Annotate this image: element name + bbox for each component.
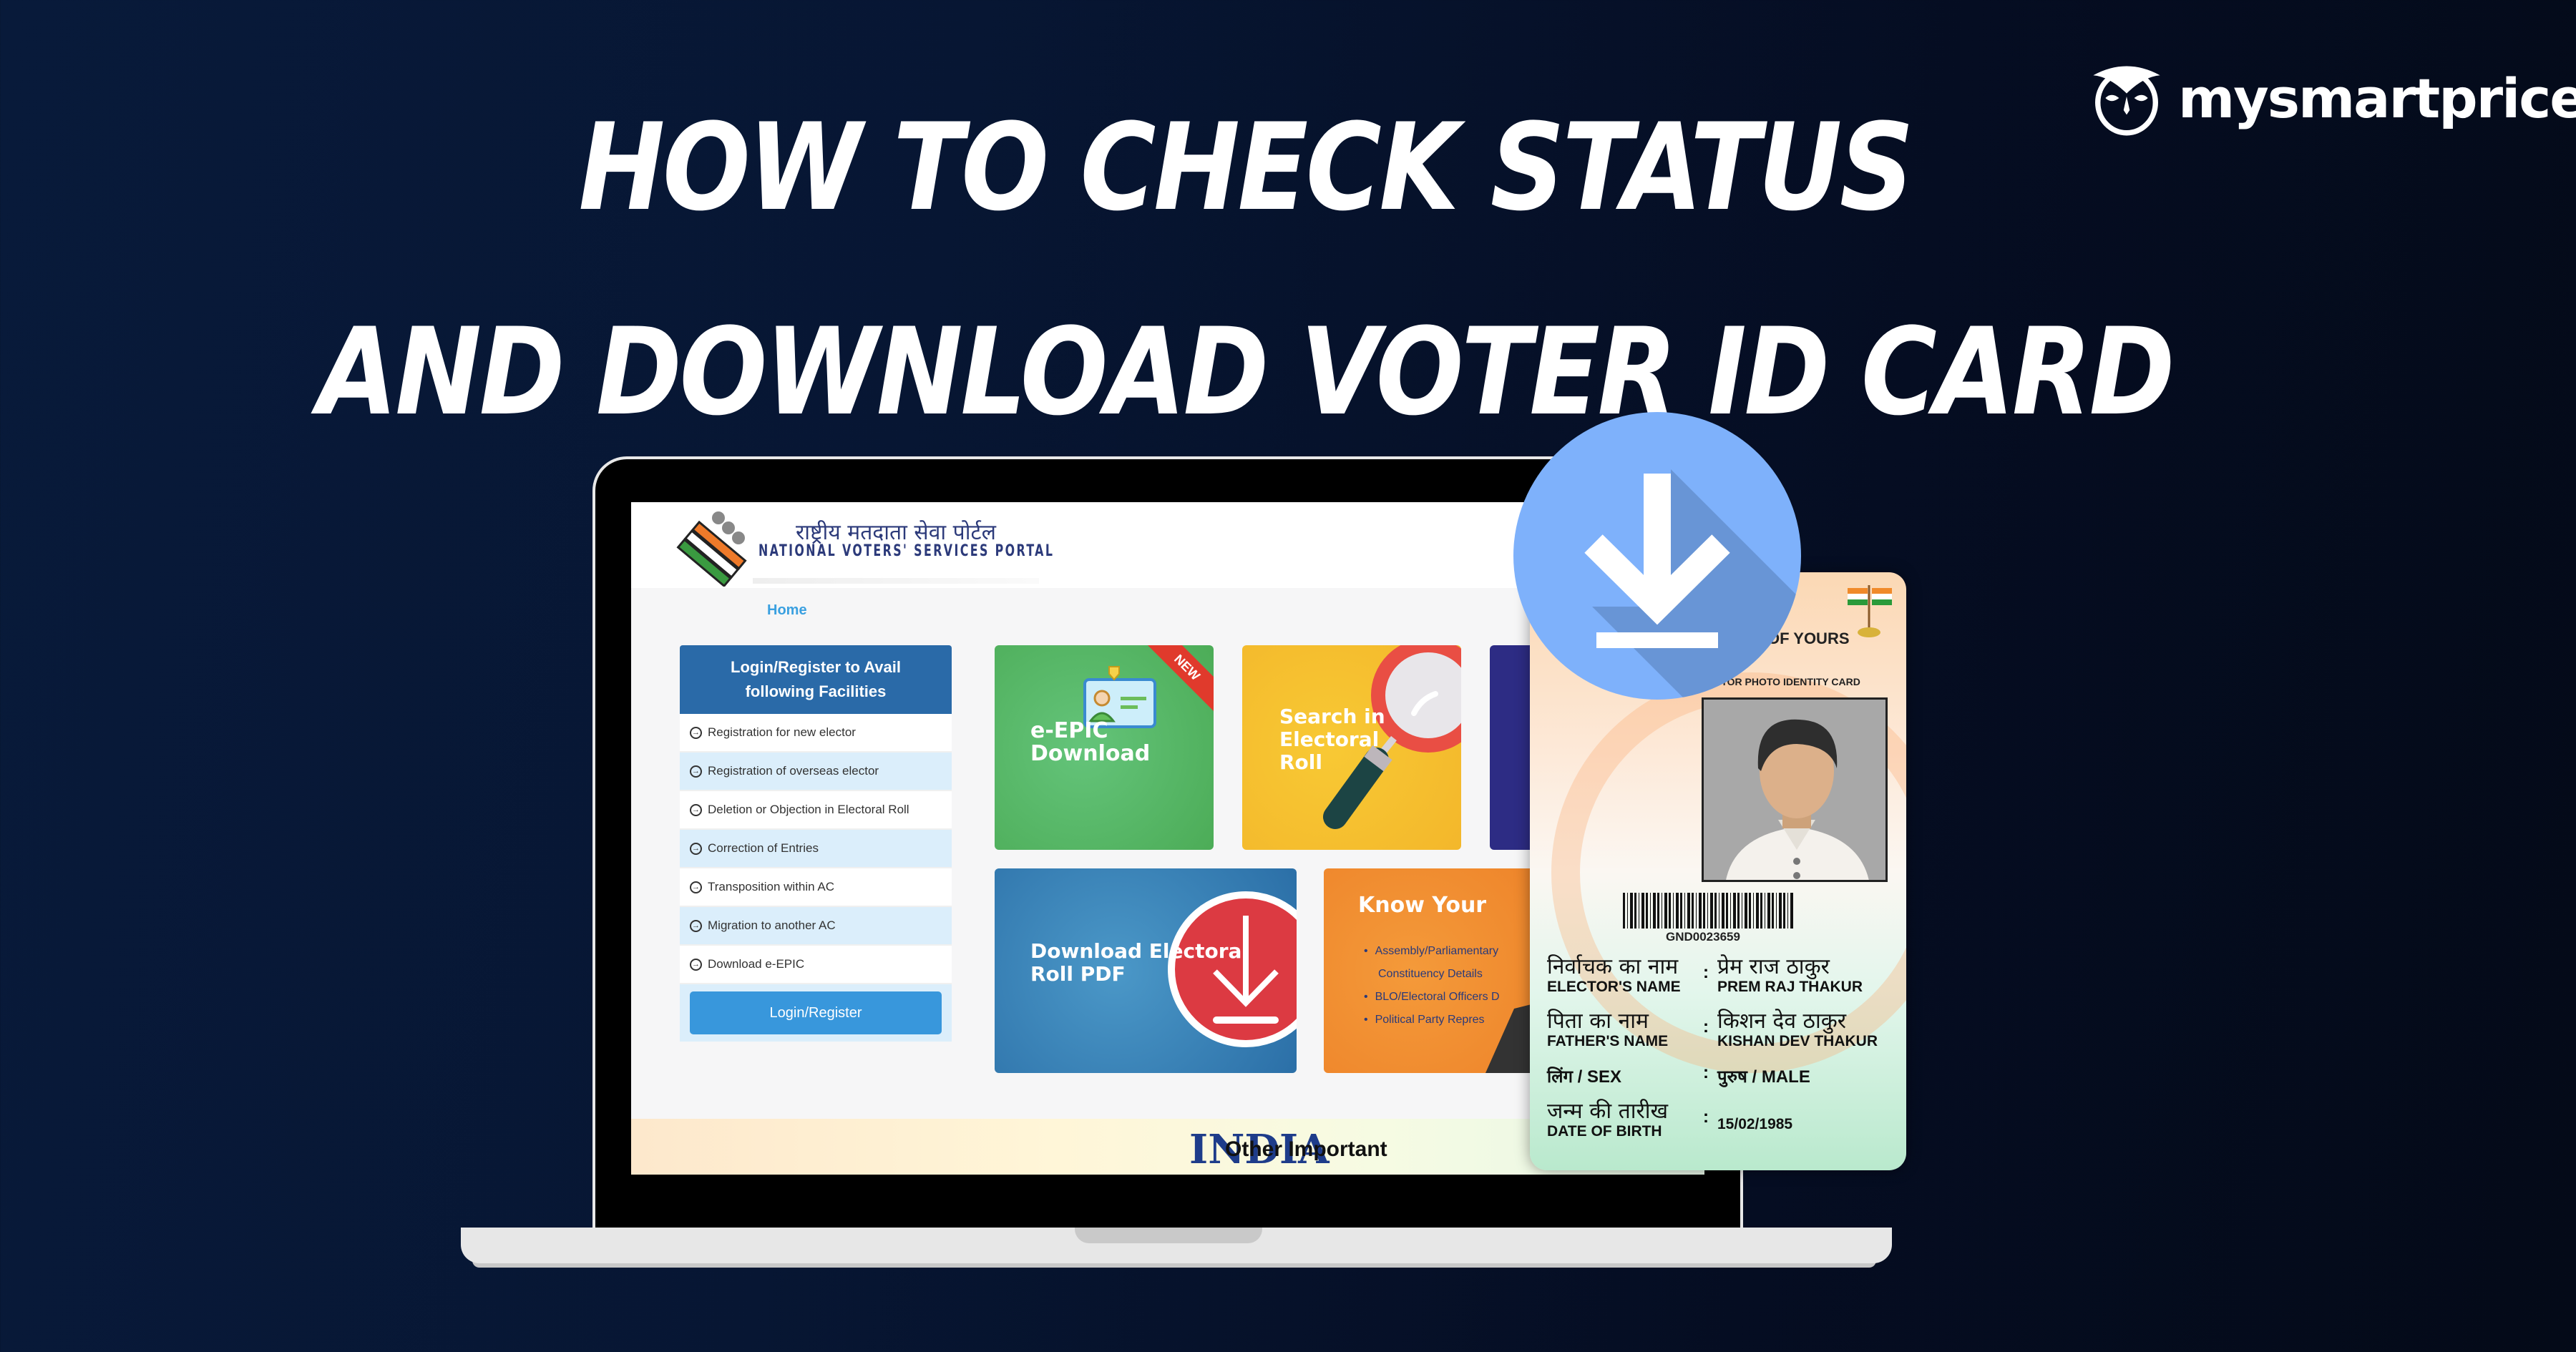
arrow-circle-icon: → xyxy=(690,881,702,893)
login-facilities-panel: Login/Register to Avail following Facili… xyxy=(680,645,952,1042)
field-father-name: पिता का नाम FATHER'S NAME : किशन देव ठाकु… xyxy=(1547,1010,1898,1050)
tile-label-line: e-EPIC xyxy=(1030,718,1108,743)
panel-heading: Login/Register to Avail following Facili… xyxy=(680,645,952,714)
headline-line-1: HOW TO CHECK STATUS xyxy=(578,97,1914,237)
value-hindi: प्रेम राज ठाकुर xyxy=(1717,954,1830,979)
know-your-item-continuation: Constituency Details xyxy=(1378,968,1483,980)
brand-name: mysmartprice xyxy=(2178,66,2576,130)
owl-logo-icon xyxy=(2093,66,2160,136)
tile-epic-download[interactable]: NEW e-EPIC Download xyxy=(995,645,1214,850)
elector-photo xyxy=(1702,697,1888,882)
facility-label: Deletion or Objection in Electoral Roll xyxy=(708,803,909,816)
value-hindi: किशन देव ठाकुर xyxy=(1717,1009,1847,1034)
tile-label-line: Search in xyxy=(1279,705,1385,728)
arrow-circle-icon: → xyxy=(690,842,702,855)
tile-title: Know Your xyxy=(1358,893,1487,918)
facility-item-correction[interactable]: → Correction of Entries xyxy=(680,830,952,868)
facility-item-overseas-elector[interactable]: → Registration of overseas elector xyxy=(680,753,952,791)
label: लिंग / SEX xyxy=(1547,1067,1622,1087)
know-your-item[interactable]: Political Party Repres xyxy=(1364,1009,1500,1032)
tile-label-line: Download Electoral xyxy=(1030,939,1249,963)
portal-title-english: NATIONAL VOTERS' SERVICES PORTAL xyxy=(758,542,1055,560)
login-register-button[interactable]: Login/Register xyxy=(690,991,942,1034)
tile-label-line: Roll xyxy=(1279,750,1322,774)
field-elector-name: निर्वाचक का नाम ELECTOR'S NAME : प्रेम रा… xyxy=(1547,956,1898,996)
tile-know-your[interactable]: Know Your Assembly/Parliamentary Constit… xyxy=(1324,868,1543,1073)
value-english: KISHAN DEV THAKUR xyxy=(1717,1033,1878,1049)
arrow-circle-icon: → xyxy=(690,919,702,932)
arrow-circle-icon: → xyxy=(690,803,702,816)
brand-logo: mysmartprice xyxy=(2088,60,2576,136)
know-your-item[interactable]: BLO/Electoral Officers D xyxy=(1364,986,1500,1009)
facility-label: Registration of overseas elector xyxy=(708,764,879,778)
separator: : xyxy=(1703,1063,1709,1082)
other-important-heading: Other Important xyxy=(1225,1137,1387,1161)
value: पुरुष / MALE xyxy=(1717,1067,1810,1087)
headline: HOW TO CHECK STATUS AND DOWNLOAD VOTER I… xyxy=(0,107,2576,432)
person-avatar-icon xyxy=(1726,719,1869,880)
panel-heading-line-1: Login/Register to Avail xyxy=(731,658,901,676)
facility-item-deletion-objection[interactable]: → Deletion or Objection in Electoral Rol… xyxy=(680,791,952,830)
facility-item-download-epic[interactable]: → Download e-EPIC xyxy=(680,946,952,984)
barcode xyxy=(1623,893,1795,929)
facility-item-migration[interactable]: → Migration to another AC xyxy=(680,907,952,946)
facility-label: Transposition within AC xyxy=(708,880,835,893)
separator: : xyxy=(1703,963,1709,982)
arrow-circle-icon: → xyxy=(690,765,702,778)
tile-download-electoral-roll[interactable]: Download Electoral Roll PDF xyxy=(995,868,1297,1073)
value-english: PREM RAJ THAKUR xyxy=(1717,979,1863,995)
arrow-circle-icon: → xyxy=(690,958,702,971)
label-hindi: जन्म की तारीख xyxy=(1547,1099,1669,1124)
know-your-list: Assembly/Parliamentary Constituency Deta… xyxy=(1364,940,1500,1032)
label-english: FATHER'S NAME xyxy=(1547,1033,1669,1049)
tile-label: Search in Electoral Roll xyxy=(1279,705,1385,774)
field-date-of-birth: जन्म की तारीख DATE OF BIRTH : 15/02/1985 xyxy=(1547,1100,1898,1140)
field-sex: लिंग / SEX : पुरुष / MALE xyxy=(1547,1063,1898,1088)
label-english: ELECTOR'S NAME xyxy=(1547,979,1681,995)
label-hindi: पिता का नाम xyxy=(1547,1009,1649,1034)
facility-label: Download e-EPIC xyxy=(708,957,805,971)
epic-number: GND0023659 xyxy=(1666,930,1740,944)
tile-search-electoral-roll[interactable]: Search in Electoral Roll xyxy=(1242,645,1461,850)
facility-label: Correction of Entries xyxy=(708,841,819,855)
label-hindi: निर्वाचक का नाम xyxy=(1547,954,1679,979)
know-your-item[interactable]: Assembly/Parliamentary xyxy=(1364,940,1500,963)
facility-item-new-elector[interactable]: → Registration for new elector xyxy=(680,714,952,753)
tile-label-line: Roll PDF xyxy=(1030,962,1126,986)
facility-label: Migration to another AC xyxy=(708,919,836,932)
separator: : xyxy=(1703,1017,1709,1037)
portal-title-hindi: राष्ट्रीय मतदाता सेवा पोर्टल xyxy=(796,520,996,545)
panel-footer: Login/Register xyxy=(680,984,952,1042)
download-arrow-icon xyxy=(1584,469,1801,700)
value: 15/02/1985 xyxy=(1717,1116,1793,1132)
headline-line-2: AND DOWNLOAD VOTER ID CARD xyxy=(317,302,2175,442)
tile-label: e-EPIC Download xyxy=(1030,720,1150,765)
tile-label: Download Electoral Roll PDF xyxy=(1030,940,1249,986)
india-flag-icon xyxy=(1848,585,1892,637)
separator: : xyxy=(1703,1107,1709,1127)
download-badge xyxy=(1513,412,1801,700)
tile-label-line: Download xyxy=(1030,741,1151,766)
portal-header-divider xyxy=(753,578,1039,584)
facility-item-transposition[interactable]: → Transposition within AC xyxy=(680,868,952,907)
arrow-circle-icon: → xyxy=(690,726,702,739)
breadcrumb-home[interactable]: Home xyxy=(767,602,807,619)
label-english: DATE OF BIRTH xyxy=(1547,1123,1662,1140)
laptop-notch xyxy=(1075,1228,1262,1243)
tile-label-line: Electoral xyxy=(1279,728,1380,751)
panel-heading-line-2: following Facilities xyxy=(745,682,887,700)
facility-label: Registration for new elector xyxy=(708,725,856,739)
eci-logo-icon xyxy=(676,511,747,587)
